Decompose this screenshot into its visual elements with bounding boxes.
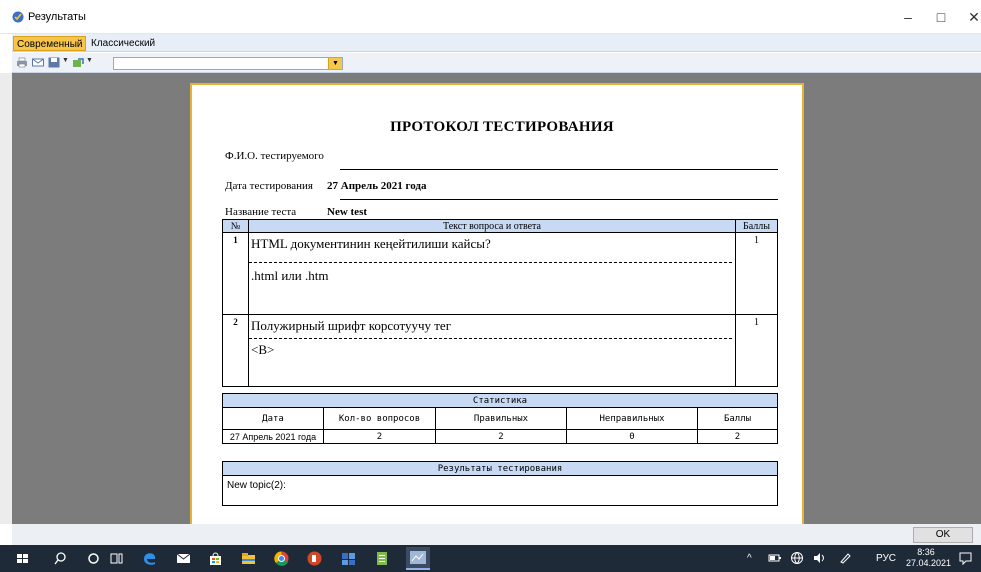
statistics-table: Статистика Дата Кол-во вопросов Правильн… [222,393,778,444]
stats-header-score: Баллы [697,407,778,430]
maximize-button[interactable]: □ [929,8,953,26]
answer-text: .html или .htm [251,268,329,283]
question-text: HTML документинин кеңейтилиши кайсы? [251,236,491,251]
document-app-icon[interactable] [373,550,390,567]
table-row: 2 Полужирный шрифт корсотуучу тег <B> 1 [222,314,778,387]
email-icon[interactable] [32,57,44,68]
mail-icon[interactable] [175,550,192,567]
report-title: ПРОТОКОЛ ТЕСТИРОВАНИЯ [390,119,614,135]
stats-header-correct: Правильных [435,407,567,430]
test-name-label: Название теста [225,206,297,218]
app-icon [12,11,24,23]
stats-header-date: Дата [222,407,324,430]
question-number: 1 [222,232,249,315]
store-icon[interactable] [207,550,224,567]
tab-classic[interactable]: Классический [88,36,158,51]
notifications-icon[interactable] [958,551,973,566]
cortana-icon[interactable] [85,550,102,567]
save-dropdown-arrow[interactable]: ▼ [62,57,69,64]
answer-text: <B> [251,342,275,357]
clock[interactable]: 8:36 27.04.2021 [906,547,952,569]
statistics-title: Статистика [222,393,778,408]
stats-header-incorrect: Неправильных [566,407,698,430]
minimize-button[interactable]: – [896,8,920,26]
date-underline [340,199,778,200]
clock-date: 27.04.2021 [906,558,952,568]
clock-time: 8:36 [917,547,935,557]
stats-incorrect: 0 [566,429,698,444]
col-score-header: Баллы [735,219,778,233]
save-icon[interactable] [48,57,60,68]
puzzle-app-icon[interactable] [340,550,357,567]
report-select[interactable]: ▼ [113,57,343,70]
export-dropdown-arrow[interactable]: ▼ [86,57,93,64]
table-row: 1 HTML документинин кеңейтилиши кайсы? .… [222,232,778,315]
date-value: 27 Апрель 2021 года [327,180,427,192]
question-score: 1 [735,232,778,315]
stats-count: 2 [323,429,436,444]
close-button[interactable]: ✕ [962,8,981,26]
question-number: 2 [222,314,249,387]
battery-icon[interactable] [768,551,782,565]
stats-correct: 2 [435,429,567,444]
tab-modern[interactable]: Современный [13,36,87,51]
view-tabs: Современный Классический [12,34,981,52]
windows-taskbar: ^ РУС 8:36 27.04.2021 [0,545,981,572]
toolbar: ▼ ▼ ▼ [12,53,981,73]
report-page: ПРОТОКОЛ ТЕСТИРОВАНИЯ Ф.И.О. тестируемог… [190,83,804,524]
window-title: Результаты [28,11,86,23]
questions-table: № Текст вопроса и ответа Баллы 1 HTML до… [222,219,778,387]
active-app-icon[interactable] [406,547,430,570]
date-label: Дата тестирования [225,180,313,192]
windows-start-icon[interactable] [14,550,31,567]
print-icon[interactable] [16,57,28,68]
stats-date: 27 Апрель 2021 года [222,429,324,444]
volume-icon[interactable] [812,551,826,565]
results-title: Результаты тестирования [222,461,778,476]
col-num-header: № [222,219,249,233]
question-text: Полужирный шрифт корсотуучу тег [251,318,452,333]
fio-label: Ф.И.О. тестируемого [225,150,324,162]
chevron-up-icon[interactable]: ^ [747,553,752,564]
powerpoint-icon[interactable] [306,550,323,567]
test-name-value: New test [327,206,368,218]
question-score: 1 [735,314,778,387]
ok-button[interactable]: OK [913,527,973,543]
results-text: New topic(2): [222,475,778,506]
search-icon[interactable] [52,550,69,567]
task-view-icon[interactable] [108,550,125,567]
title-bar: Результаты – □ ✕ [0,0,981,34]
stats-score: 2 [697,429,778,444]
language-indicator[interactable]: РУС [876,553,896,564]
col-text-header: Текст вопроса и ответа [248,219,736,233]
chevron-down-icon[interactable]: ▼ [328,58,342,69]
fio-underline [340,169,778,170]
report-preview[interactable]: ПРОТОКОЛ ТЕСТИРОВАНИЯ Ф.И.О. тестируемог… [12,73,981,524]
file-explorer-icon[interactable] [240,550,257,567]
stats-header-count: Кол-во вопросов [323,407,436,430]
left-splitter[interactable] [0,73,12,524]
edge-icon[interactable] [141,550,158,567]
pen-icon[interactable] [838,551,852,565]
chrome-icon[interactable] [273,550,290,567]
results-table: Результаты тестирования New topic(2): [222,461,778,506]
dialog-footer: OK [12,524,981,545]
network-icon[interactable] [790,551,804,565]
export-icon[interactable] [72,57,84,68]
